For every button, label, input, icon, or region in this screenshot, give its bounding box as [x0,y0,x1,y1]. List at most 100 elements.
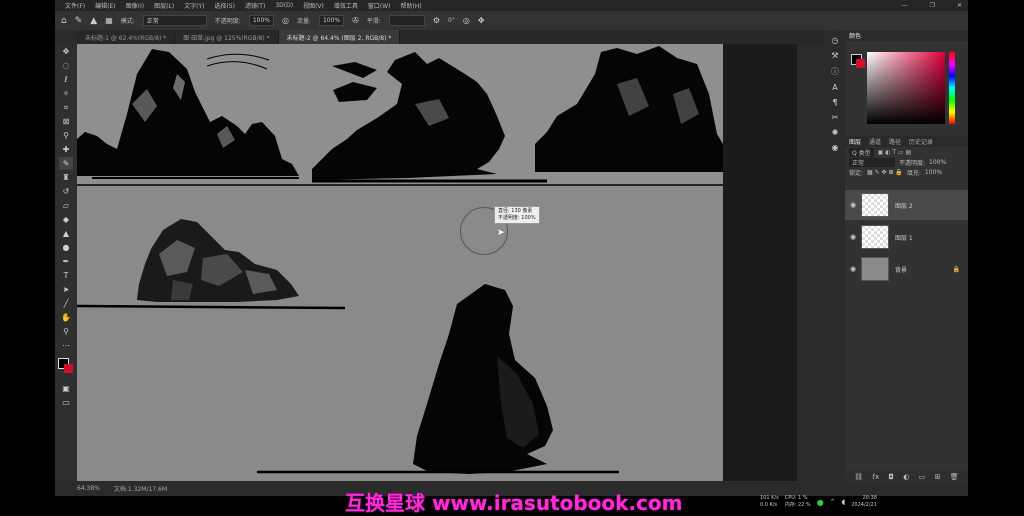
brush-icon[interactable]: ✎ [59,157,73,170]
visibility-eye-icon[interactable]: ◉ [845,201,861,209]
opacity-input[interactable]: 100% [248,15,274,26]
layer-item[interactable]: ◉ 背景 🔒 [845,254,968,284]
tray-icon[interactable]: ⌃ [830,498,836,506]
hand-icon[interactable]: ✋ [59,311,73,324]
brush-preset-icon[interactable]: ✎ [75,16,83,26]
tab-channels[interactable]: 通道 [869,137,881,146]
background-color[interactable] [64,364,73,373]
shape-icon[interactable]: ╱ [59,297,73,310]
link-icon[interactable]: ⛓ [854,473,863,481]
clock[interactable]: 20:38 2024/2/21 [851,495,877,509]
magic-wand-icon[interactable]: ✧ [59,87,73,100]
maximize-icon[interactable]: ❐ [930,2,935,9]
color-field[interactable] [867,52,945,124]
adjust-icon[interactable]: ⚒ [831,51,838,60]
smooth-input[interactable] [388,15,425,26]
tab-history[interactable]: 历史记录 [909,137,933,146]
paragraph-icon[interactable]: ¶ [832,98,837,107]
eyedropper-icon[interactable]: ⚲ [59,129,73,142]
brush-size-picker[interactable]: ▲ [90,16,97,26]
wechat-icon[interactable]: ● [817,498,824,507]
visibility-eye-icon[interactable]: ◉ [845,265,861,273]
airbrush-icon[interactable]: ✇ [352,16,359,25]
bucket-icon[interactable]: ◆ [59,213,73,226]
menu-type[interactable]: 文字(Y) [184,1,204,10]
layer-item[interactable]: ◉ 图层 2 [845,190,968,220]
tab-doc-3[interactable]: 未标题-2 @ 64.4% (图层 2, RGB/8) * [278,30,401,44]
healing-icon[interactable]: ✚ [59,143,73,156]
menu-view[interactable]: 视图(V) [303,1,324,10]
pen-icon[interactable]: ✒ [59,255,73,268]
adjustment-icon[interactable]: ◐ [903,473,909,481]
zoom-icon[interactable]: ⚲ [59,325,73,338]
eraser-icon[interactable]: ▱ [59,199,73,212]
lock-icons[interactable]: ▦ ✎ ✥ ⊠ 🔒 [867,169,903,176]
stamp-icon[interactable]: ♜ [59,171,73,184]
path-select-icon[interactable]: ➤ [59,283,73,296]
hue-slider[interactable] [949,52,955,124]
menu-edit[interactable]: 编辑(E) [95,1,115,10]
gradient-icon[interactable]: ▲ [59,227,73,240]
color-swatches[interactable] [58,358,74,374]
menu-select[interactable]: 选择(S) [214,1,235,10]
layer-opacity-value[interactable]: 100% [929,159,946,166]
tab-paths[interactable]: 路径 [889,137,901,146]
new-layer-icon[interactable]: ⊞ [935,473,941,481]
dodge-icon[interactable]: ● [59,241,73,254]
volume-icon[interactable]: ◖ [842,498,846,506]
fill-value[interactable]: 100% [925,169,942,176]
home-icon[interactable]: ⌂ [61,16,67,26]
crop-icon[interactable]: ⌗ [59,101,73,114]
brush-settings-panel-icon[interactable]: ✂ [832,113,839,122]
panel-background-color[interactable] [856,59,865,68]
mode-select[interactable]: 正常 [142,15,207,26]
smoothing-gear-icon[interactable]: ⚙ [433,16,440,25]
pressure-opacity-icon[interactable]: ◎ [282,16,289,25]
visibility-eye-icon[interactable]: ◉ [845,233,861,241]
tab-layers[interactable]: 图层 [849,137,861,146]
menu-layer[interactable]: 图层(L) [154,1,174,10]
blend-mode-select[interactable]: 正常 [849,157,895,167]
screen-mode-icon[interactable]: ▭ [59,396,73,409]
zoom-level[interactable]: 64.38% [77,485,100,492]
menu-image[interactable]: 图像(I) [126,1,144,10]
history-icon[interactable]: ◷ [832,36,839,45]
menu-file[interactable]: 文件(F) [65,1,85,10]
menu-filter[interactable]: 滤镜(T) [245,1,265,10]
filter-icons[interactable]: ▣ ◐ T ▭ ▤ [878,149,912,156]
tab-doc-2[interactable]: 图·田草.jpg @ 125%(RGB/8) * [175,30,279,44]
more-icon[interactable]: ⋯ [59,339,73,352]
fx-icon[interactable]: fx [872,473,879,481]
tab-doc-1[interactable]: 未标题-1 @ 62.4%(RGB/8) * [77,30,176,44]
layer-filter-select[interactable]: Q 类型 [849,147,874,157]
layer-item[interactable]: ◉ 图层 1 [845,222,968,252]
angle-value[interactable]: 0° [448,17,455,24]
menu-3d[interactable]: 3D(D) [275,2,293,9]
character-icon[interactable]: A [832,83,837,92]
minimize-icon[interactable]: — [902,2,908,9]
info-icon[interactable]: ⓘ [831,66,839,77]
menu-plugins[interactable]: 增效工具 [334,1,358,10]
tab-color[interactable]: 颜色 [849,31,861,40]
brush-settings-icon[interactable]: ▦ [105,16,113,25]
pressure-size-icon[interactable]: ◎ [463,16,470,25]
menu-help[interactable]: 帮助(H) [401,1,422,10]
clone-source-icon[interactable]: ✺ [832,128,839,137]
close-icon[interactable]: ✕ [957,2,962,9]
mask-icon[interactable]: ◘ [888,473,894,481]
quick-mask-icon[interactable]: ▣ [59,382,73,395]
group-icon[interactable]: ▭ [919,473,926,481]
trash-icon[interactable]: 🗑 [950,473,959,481]
flow-input[interactable]: 100% [318,15,345,26]
symmetry-icon[interactable]: ✥ [478,16,485,25]
frame-icon[interactable]: ⊠ [59,115,73,128]
navigator-icon[interactable]: ◉ [832,143,839,152]
type-icon[interactable]: T [59,269,73,282]
menu-window[interactable]: 窗口(W) [368,1,391,10]
lasso-icon[interactable]: ℓ [59,73,73,86]
move-icon[interactable]: ✥ [59,45,73,58]
marquee-icon[interactable]: ◌ [59,59,73,72]
canvas-area[interactable]: ➤ 直径: 130 像素 不透明度: 100% [77,44,797,481]
history-brush-icon[interactable]: ↺ [59,185,73,198]
canvas[interactable]: ➤ 直径: 130 像素 不透明度: 100% [77,44,723,481]
